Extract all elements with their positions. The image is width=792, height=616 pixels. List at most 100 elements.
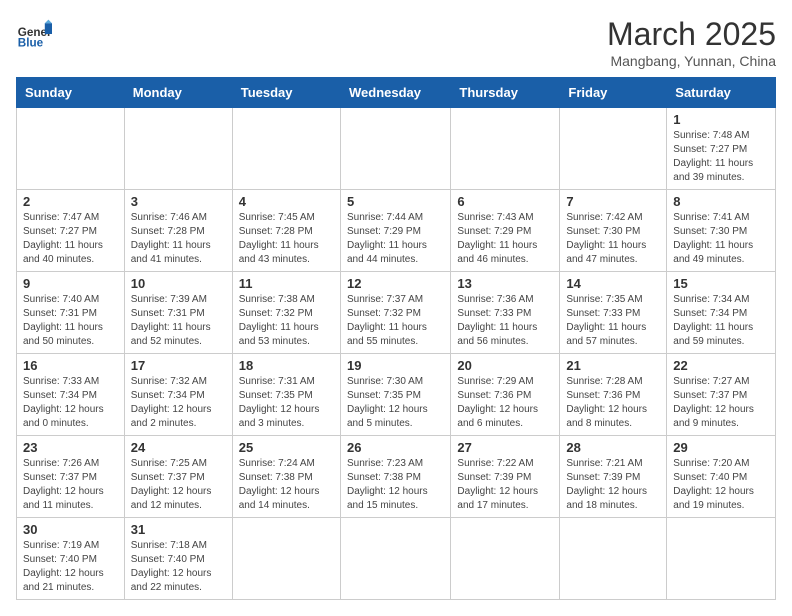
day-info: Sunrise: 7:36 AMSunset: 7:33 PMDaylight:… — [457, 294, 537, 347]
day-cell-null — [17, 108, 125, 190]
day-cell-15: 15 Sunrise: 7:34 AMSunset: 7:34 PMDaylig… — [667, 272, 776, 354]
day-cell-31: 31 Sunrise: 7:18 AMSunset: 7:40 PMDaylig… — [124, 518, 232, 600]
day-info: Sunrise: 7:40 AMSunset: 7:31 PMDaylight:… — [23, 294, 103, 347]
header-sunday: Sunday — [17, 78, 125, 108]
day-number: 11 — [239, 276, 334, 291]
day-number: 25 — [239, 440, 334, 455]
day-number: 30 — [23, 522, 118, 537]
day-cell-null — [232, 518, 340, 600]
day-number: 6 — [457, 194, 553, 209]
day-cell-20: 20 Sunrise: 7:29 AMSunset: 7:36 PMDaylig… — [451, 354, 560, 436]
day-info: Sunrise: 7:26 AMSunset: 7:37 PMDaylight:… — [23, 458, 104, 511]
day-info: Sunrise: 7:35 AMSunset: 7:33 PMDaylight:… — [566, 294, 646, 347]
day-info: Sunrise: 7:32 AMSunset: 7:34 PMDaylight:… — [131, 376, 212, 429]
day-number: 9 — [23, 276, 118, 291]
day-info: Sunrise: 7:23 AMSunset: 7:38 PMDaylight:… — [347, 458, 428, 511]
header-monday: Monday — [124, 78, 232, 108]
day-info: Sunrise: 7:41 AMSunset: 7:30 PMDaylight:… — [673, 212, 753, 265]
calendar-row: 23 Sunrise: 7:26 AMSunset: 7:37 PMDaylig… — [17, 436, 776, 518]
day-info: Sunrise: 7:47 AMSunset: 7:27 PMDaylight:… — [23, 212, 103, 265]
day-cell-17: 17 Sunrise: 7:32 AMSunset: 7:34 PMDaylig… — [124, 354, 232, 436]
day-cell-28: 28 Sunrise: 7:21 AMSunset: 7:39 PMDaylig… — [560, 436, 667, 518]
day-number: 23 — [23, 440, 118, 455]
day-number: 15 — [673, 276, 769, 291]
day-cell-21: 21 Sunrise: 7:28 AMSunset: 7:36 PMDaylig… — [560, 354, 667, 436]
day-cell-4: 4 Sunrise: 7:45 AMSunset: 7:28 PMDayligh… — [232, 190, 340, 272]
header-tuesday: Tuesday — [232, 78, 340, 108]
day-cell-13: 13 Sunrise: 7:36 AMSunset: 7:33 PMDaylig… — [451, 272, 560, 354]
day-info: Sunrise: 7:18 AMSunset: 7:40 PMDaylight:… — [131, 540, 212, 593]
day-number: 12 — [347, 276, 444, 291]
day-number: 3 — [131, 194, 226, 209]
day-cell-null — [667, 518, 776, 600]
calendar-table: Sunday Monday Tuesday Wednesday Thursday… — [16, 77, 776, 600]
day-number: 28 — [566, 440, 660, 455]
day-number: 31 — [131, 522, 226, 537]
day-info: Sunrise: 7:34 AMSunset: 7:34 PMDaylight:… — [673, 294, 753, 347]
day-cell-30: 30 Sunrise: 7:19 AMSunset: 7:40 PMDaylig… — [17, 518, 125, 600]
day-cell-19: 19 Sunrise: 7:30 AMSunset: 7:35 PMDaylig… — [340, 354, 450, 436]
day-number: 4 — [239, 194, 334, 209]
day-info: Sunrise: 7:44 AMSunset: 7:29 PMDaylight:… — [347, 212, 427, 265]
day-cell-9: 9 Sunrise: 7:40 AMSunset: 7:31 PMDayligh… — [17, 272, 125, 354]
day-cell-18: 18 Sunrise: 7:31 AMSunset: 7:35 PMDaylig… — [232, 354, 340, 436]
day-cell-null — [560, 108, 667, 190]
day-cell-null — [560, 518, 667, 600]
day-cell-26: 26 Sunrise: 7:23 AMSunset: 7:38 PMDaylig… — [340, 436, 450, 518]
location: Mangbang, Yunnan, China — [607, 53, 776, 69]
calendar-row: 2 Sunrise: 7:47 AMSunset: 7:27 PMDayligh… — [17, 190, 776, 272]
day-cell-1: 1 Sunrise: 7:48 AMSunset: 7:27 PMDayligh… — [667, 108, 776, 190]
day-cell-8: 8 Sunrise: 7:41 AMSunset: 7:30 PMDayligh… — [667, 190, 776, 272]
day-number: 21 — [566, 358, 660, 373]
day-cell-7: 7 Sunrise: 7:42 AMSunset: 7:30 PMDayligh… — [560, 190, 667, 272]
day-info: Sunrise: 7:27 AMSunset: 7:37 PMDaylight:… — [673, 376, 754, 429]
page-header: General Blue March 2025 Mangbang, Yunnan… — [16, 16, 776, 69]
day-number: 2 — [23, 194, 118, 209]
day-info: Sunrise: 7:42 AMSunset: 7:30 PMDaylight:… — [566, 212, 646, 265]
day-cell-3: 3 Sunrise: 7:46 AMSunset: 7:28 PMDayligh… — [124, 190, 232, 272]
day-number: 7 — [566, 194, 660, 209]
day-cell-null — [451, 108, 560, 190]
day-info: Sunrise: 7:19 AMSunset: 7:40 PMDaylight:… — [23, 540, 104, 593]
day-number: 27 — [457, 440, 553, 455]
header-saturday: Saturday — [667, 78, 776, 108]
day-number: 10 — [131, 276, 226, 291]
day-cell-null — [340, 518, 450, 600]
day-cell-2: 2 Sunrise: 7:47 AMSunset: 7:27 PMDayligh… — [17, 190, 125, 272]
day-info: Sunrise: 7:46 AMSunset: 7:28 PMDaylight:… — [131, 212, 211, 265]
day-number: 14 — [566, 276, 660, 291]
day-cell-27: 27 Sunrise: 7:22 AMSunset: 7:39 PMDaylig… — [451, 436, 560, 518]
header-wednesday: Wednesday — [340, 78, 450, 108]
day-info: Sunrise: 7:33 AMSunset: 7:34 PMDaylight:… — [23, 376, 104, 429]
day-number: 1 — [673, 112, 769, 127]
day-info: Sunrise: 7:39 AMSunset: 7:31 PMDaylight:… — [131, 294, 211, 347]
day-info: Sunrise: 7:28 AMSunset: 7:36 PMDaylight:… — [566, 376, 647, 429]
day-cell-23: 23 Sunrise: 7:26 AMSunset: 7:37 PMDaylig… — [17, 436, 125, 518]
day-number: 5 — [347, 194, 444, 209]
day-info: Sunrise: 7:48 AMSunset: 7:27 PMDaylight:… — [673, 130, 753, 183]
calendar-row: 16 Sunrise: 7:33 AMSunset: 7:34 PMDaylig… — [17, 354, 776, 436]
title-block: March 2025 Mangbang, Yunnan, China — [607, 16, 776, 69]
day-cell-22: 22 Sunrise: 7:27 AMSunset: 7:37 PMDaylig… — [667, 354, 776, 436]
day-cell-16: 16 Sunrise: 7:33 AMSunset: 7:34 PMDaylig… — [17, 354, 125, 436]
calendar-row: 1 Sunrise: 7:48 AMSunset: 7:27 PMDayligh… — [17, 108, 776, 190]
day-info: Sunrise: 7:43 AMSunset: 7:29 PMDaylight:… — [457, 212, 537, 265]
day-number: 16 — [23, 358, 118, 373]
day-cell-null — [232, 108, 340, 190]
month-title: March 2025 — [607, 16, 776, 53]
header-thursday: Thursday — [451, 78, 560, 108]
logo: General Blue — [16, 16, 52, 52]
day-number: 22 — [673, 358, 769, 373]
day-number: 18 — [239, 358, 334, 373]
day-cell-null — [451, 518, 560, 600]
day-cell-5: 5 Sunrise: 7:44 AMSunset: 7:29 PMDayligh… — [340, 190, 450, 272]
day-number: 24 — [131, 440, 226, 455]
day-cell-29: 29 Sunrise: 7:20 AMSunset: 7:40 PMDaylig… — [667, 436, 776, 518]
day-info: Sunrise: 7:30 AMSunset: 7:35 PMDaylight:… — [347, 376, 428, 429]
day-cell-null — [340, 108, 450, 190]
logo-icon: General Blue — [16, 16, 52, 52]
calendar-row: 9 Sunrise: 7:40 AMSunset: 7:31 PMDayligh… — [17, 272, 776, 354]
day-cell-24: 24 Sunrise: 7:25 AMSunset: 7:37 PMDaylig… — [124, 436, 232, 518]
day-info: Sunrise: 7:29 AMSunset: 7:36 PMDaylight:… — [457, 376, 538, 429]
day-info: Sunrise: 7:21 AMSunset: 7:39 PMDaylight:… — [566, 458, 647, 511]
